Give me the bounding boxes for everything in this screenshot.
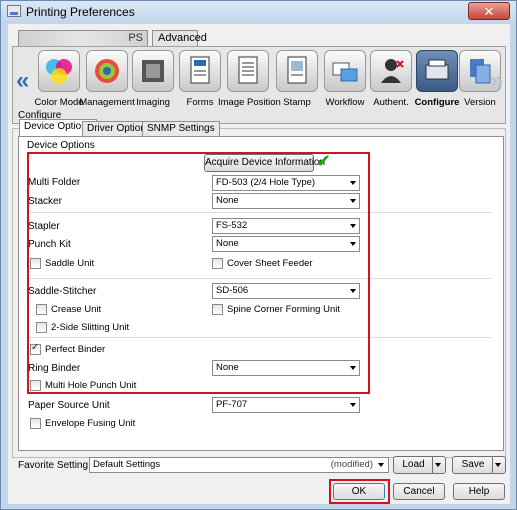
paper-source-unit-select[interactable]: PF-707 xyxy=(212,397,360,413)
printing-preferences-window: Printing Preferences ✕ PS Advanced « Col… xyxy=(0,0,517,510)
imaging-icon xyxy=(132,50,174,92)
envelope-fusing-unit-checkbox[interactable]: Envelope Fusing Unit xyxy=(30,418,135,429)
color-mode-icon xyxy=(38,50,80,92)
favorite-setting-value: Default Settings xyxy=(93,459,161,470)
load-button[interactable]: Load xyxy=(393,456,446,474)
save-button[interactable]: Save xyxy=(452,456,506,474)
management-icon xyxy=(86,50,128,92)
envelope-fusing-unit-label: Envelope Fusing Unit xyxy=(45,418,136,429)
workflow-icon xyxy=(324,50,366,92)
tab-ps-label: PS xyxy=(128,32,143,44)
save-button-label: Save xyxy=(461,459,485,470)
scroll-left-icon[interactable]: « xyxy=(16,67,29,95)
image-position-icon xyxy=(227,50,269,92)
title-bar: Printing Preferences ✕ xyxy=(1,1,516,23)
chevron-down-icon xyxy=(378,463,384,467)
tab-advanced[interactable]: Advanced xyxy=(152,30,207,46)
highlight-frame-ok xyxy=(329,479,390,504)
printer-icon xyxy=(7,5,21,17)
favorite-setting-select[interactable]: Default Settings (modified) xyxy=(89,457,389,473)
modified-indicator: (modified) xyxy=(330,459,373,470)
load-dropdown-icon[interactable] xyxy=(432,457,445,473)
highlight-frame-device-options xyxy=(27,152,370,394)
save-dropdown-icon[interactable] xyxy=(492,457,505,473)
function-toolbar: « Color Mode Management Imaging Forms Im… xyxy=(12,46,506,124)
paper-source-unit-label: Paper Source Unit xyxy=(28,400,110,411)
favorite-setting-label: Favorite Setting xyxy=(18,460,89,471)
load-button-label: Load xyxy=(402,459,425,470)
stamp-icon xyxy=(276,50,318,92)
window-title: Printing Preferences xyxy=(26,5,135,19)
close-button[interactable]: ✕ xyxy=(468,2,510,20)
scroll-right-icon[interactable]: » xyxy=(490,67,503,95)
forms-icon xyxy=(179,50,221,92)
checkbox-box xyxy=(30,418,41,429)
paper-source-unit-value: PF-707 xyxy=(216,399,248,410)
help-button[interactable]: Help xyxy=(453,483,505,500)
authentication-icon xyxy=(370,50,412,92)
tab-basic-blurred[interactable]: PS xyxy=(18,30,148,46)
cancel-button[interactable]: Cancel xyxy=(393,483,445,500)
dialog-client: PS Advanced « Color Mode Management Imag… xyxy=(8,24,510,504)
tab-snmp-settings[interactable]: SNMP Settings xyxy=(142,121,220,137)
chevron-down-icon xyxy=(350,403,356,407)
toolbar-label: Version xyxy=(464,97,496,108)
favorite-setting-bar: Favorite Setting Default Settings (modif… xyxy=(12,456,506,476)
device-options-group-label: Device Options xyxy=(27,140,95,151)
